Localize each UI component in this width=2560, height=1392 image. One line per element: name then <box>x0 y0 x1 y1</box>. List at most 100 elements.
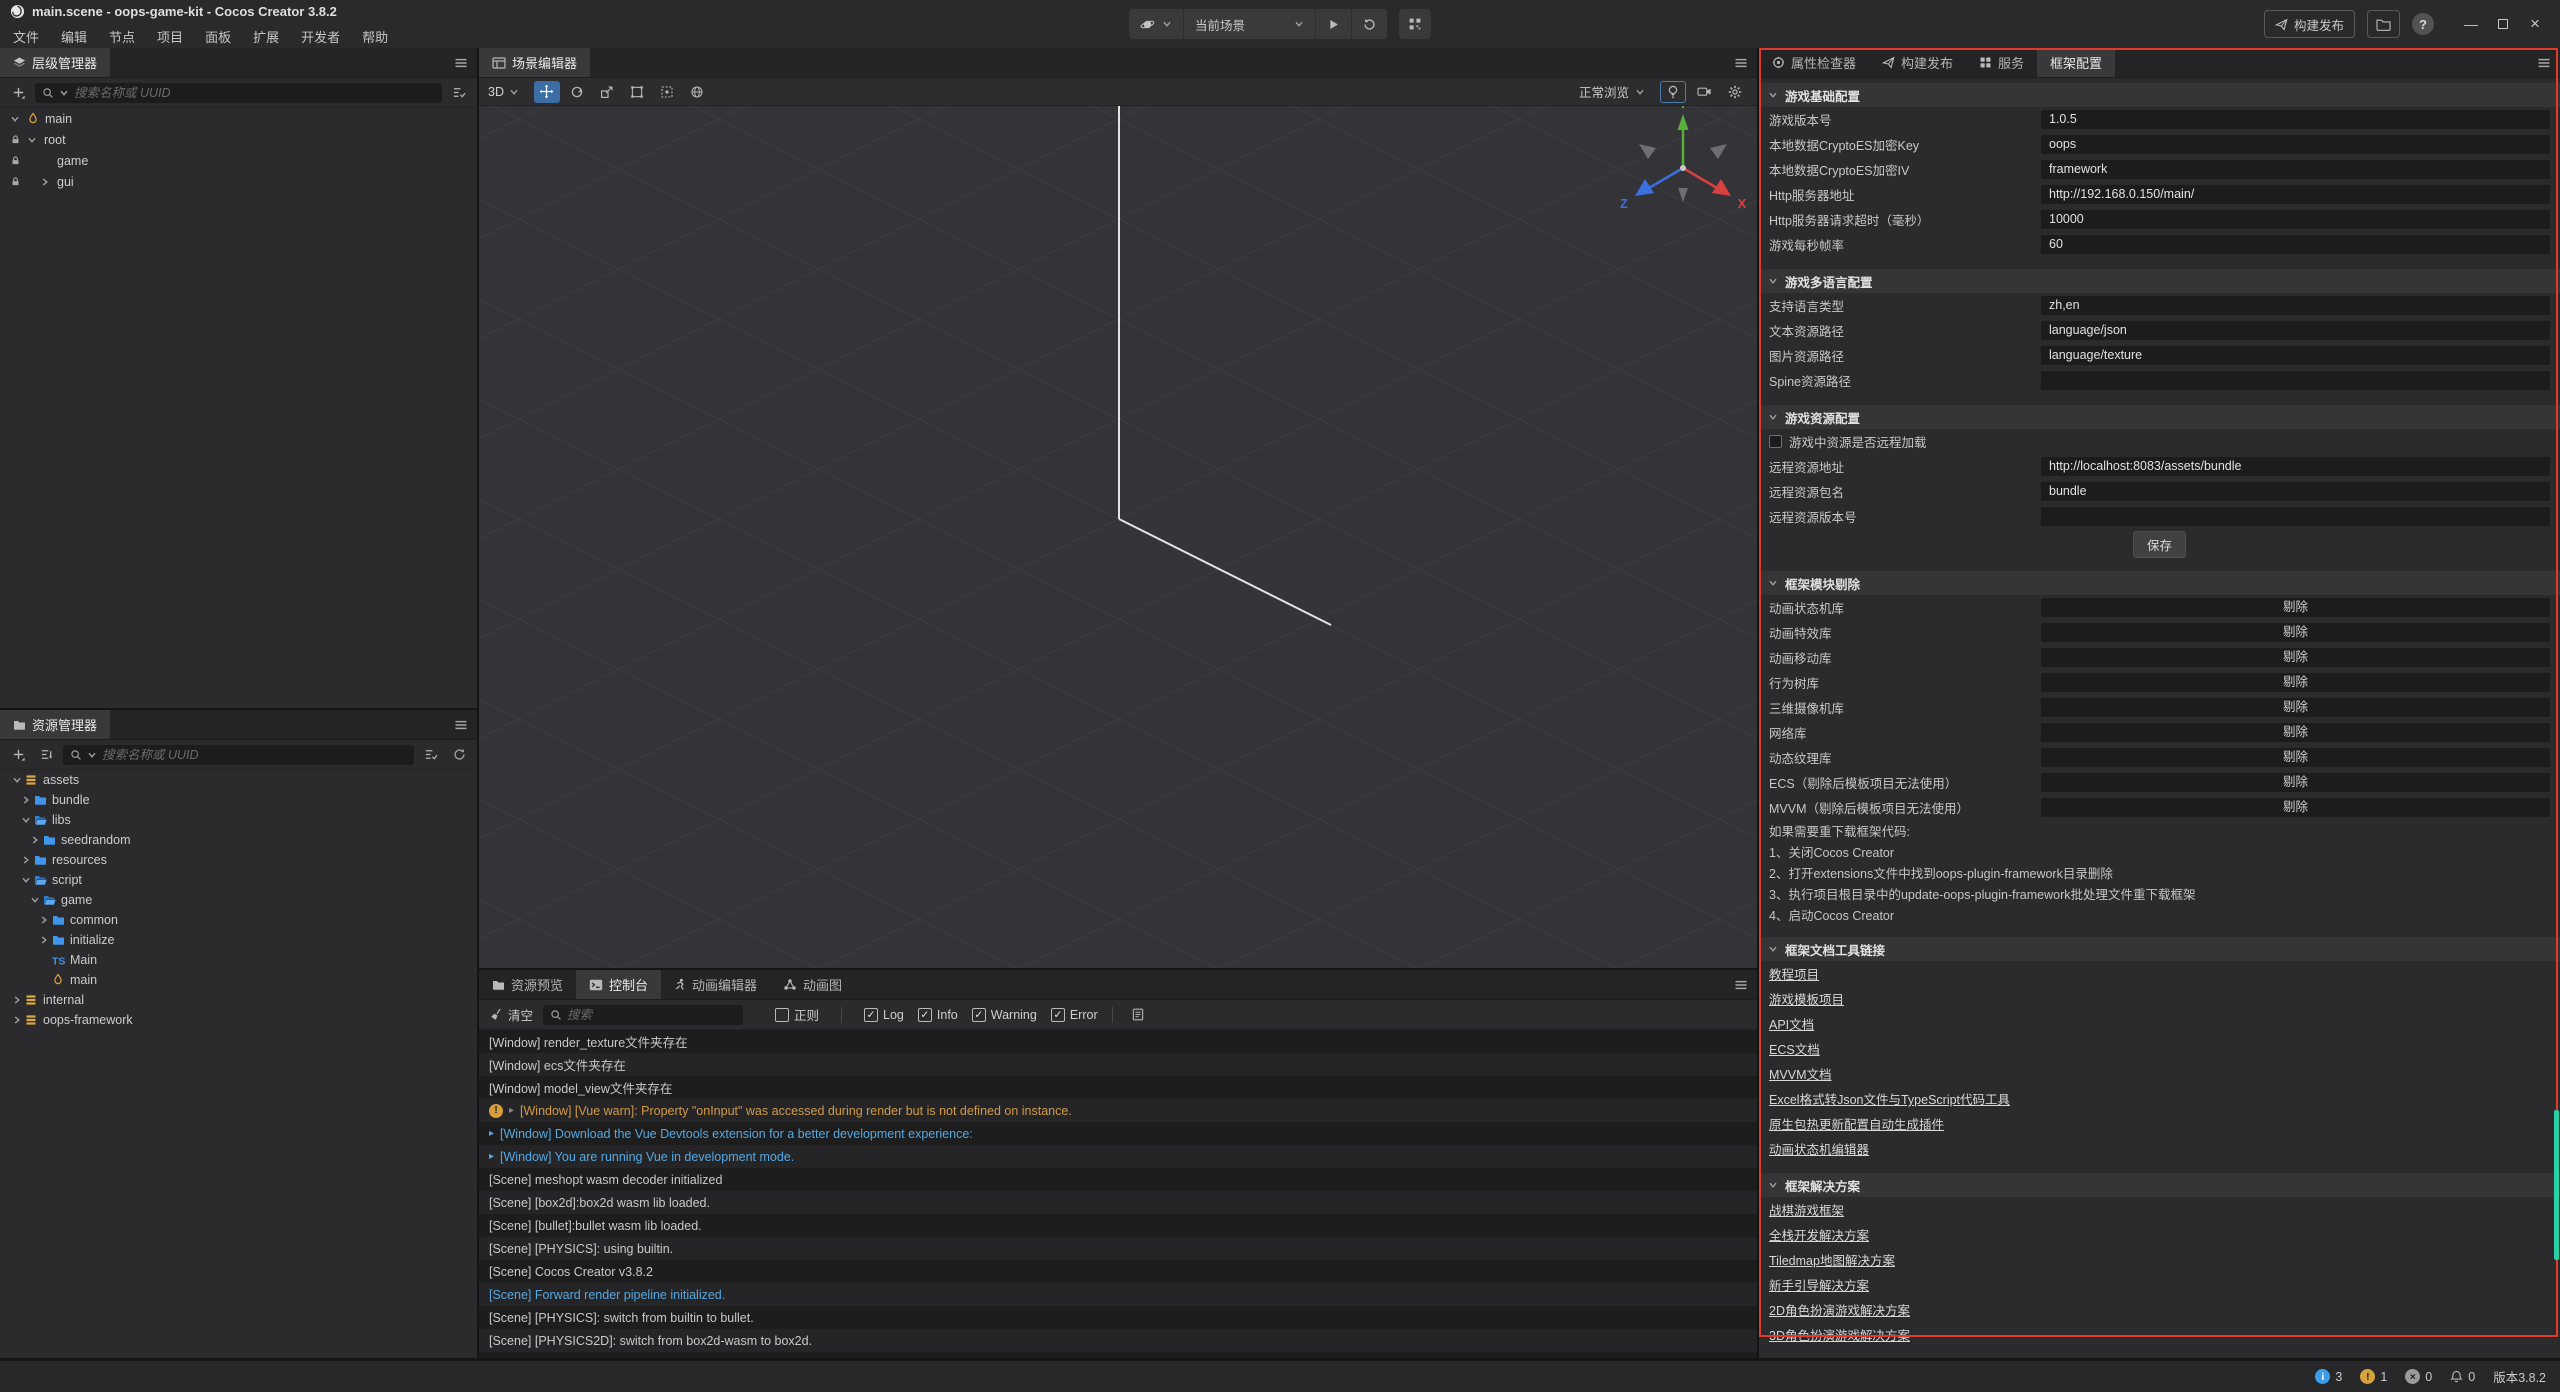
section-header-框架解决方案[interactable]: 框架解决方案 <box>1759 1173 2560 1197</box>
menu-item-项目[interactable]: 项目 <box>146 25 194 48</box>
checkbox-checked[interactable]: ✓ <box>972 1008 986 1022</box>
field-input[interactable]: oops <box>2041 135 2550 154</box>
camera-preview-button[interactable] <box>1691 81 1717 103</box>
tab-scene-editor[interactable]: 场景编辑器 <box>479 48 590 77</box>
doc-link-MVVM文档[interactable]: MVVM文档 <box>1769 1064 1832 1083</box>
save-button[interactable]: 保存 <box>2133 531 2186 558</box>
preview-platform-button[interactable] <box>1129 9 1184 39</box>
rect-tool-button[interactable] <box>624 81 650 103</box>
filter-log[interactable]: ✓Log <box>864 1008 904 1022</box>
scene-select[interactable]: 当前场景 <box>1184 9 1316 39</box>
hierarchy-search[interactable] <box>35 83 442 103</box>
scrollbar-thumb[interactable] <box>2554 1110 2559 1260</box>
expand-icon[interactable]: ▸ <box>489 1151 494 1162</box>
asset-node-resources[interactable]: resources <box>0 850 477 870</box>
refresh-icon[interactable] <box>448 744 470 766</box>
doc-link-Tiledmap地图解决方案[interactable]: Tiledmap地图解决方案 <box>1769 1250 1895 1269</box>
hierarchy-node-game[interactable]: game <box>0 150 477 171</box>
asset-node-game[interactable]: game <box>0 890 477 910</box>
doc-link-新手引导解决方案[interactable]: 新手引导解决方案 <box>1769 1275 1869 1294</box>
section-header-框架模块剔除[interactable]: 框架模块剔除 <box>1759 571 2560 595</box>
console-row[interactable]: [Scene] [bullet]:bullet wasm lib loaded. <box>479 1214 1757 1237</box>
panel-menu-icon[interactable] <box>454 718 468 732</box>
build-publish-button[interactable]: 构建发布 <box>2264 10 2355 38</box>
status-error-counter[interactable]: × 0 <box>2405 1369 2432 1384</box>
status-notification-counter[interactable]: 0 <box>2450 1370 2475 1384</box>
status-info-counter[interactable]: i 3 <box>2315 1369 2342 1384</box>
panel-menu-icon[interactable] <box>1734 56 1748 70</box>
tab-动画图[interactable]: 动画图 <box>770 970 855 999</box>
tab-assets[interactable]: 资源管理器 <box>0 710 110 739</box>
asset-node-Main[interactable]: TSMain <box>0 950 477 970</box>
menu-item-面板[interactable]: 面板 <box>194 25 242 48</box>
ui-tool-button[interactable] <box>654 81 680 103</box>
doc-link-3D角色扮演游戏解决方案[interactable]: 3D角色扮演游戏解决方案 <box>1769 1325 1910 1344</box>
asset-node-common[interactable]: common <box>0 910 477 930</box>
doc-link-API文档[interactable]: API文档 <box>1769 1014 1814 1033</box>
regex-toggle[interactable]: 正则 <box>775 1005 819 1024</box>
section-header-游戏资源配置[interactable]: 游戏资源配置 <box>1759 405 2560 429</box>
panel-menu-icon[interactable] <box>2537 56 2551 70</box>
hierarchy-node-main[interactable]: main <box>0 108 477 129</box>
rotate-tool-button[interactable] <box>564 81 590 103</box>
panel-menu-icon[interactable] <box>1734 978 1748 992</box>
filter-warning[interactable]: ✓Warning <box>972 1008 1037 1022</box>
hierarchy-search-input[interactable] <box>74 86 435 100</box>
remove-button[interactable]: 剔除 <box>2041 773 2550 792</box>
close-button[interactable]: × <box>2520 9 2550 39</box>
console-search[interactable] <box>543 1005 743 1025</box>
doc-link-动画状态机编辑器[interactable]: 动画状态机编辑器 <box>1769 1139 1869 1158</box>
field-input[interactable]: zh,en <box>2041 296 2550 315</box>
hierarchy-node-root[interactable]: root <box>0 129 477 150</box>
asset-node-libs[interactable]: libs <box>0 810 477 830</box>
section-header-框架文档工具链接[interactable]: 框架文档工具链接 <box>1759 937 2560 961</box>
doc-link-游戏模板项目[interactable]: 游戏模板项目 <box>1769 989 1844 1008</box>
asset-node-bundle[interactable]: bundle <box>0 790 477 810</box>
console-row[interactable]: [Window] model_view文件夹存在 <box>479 1076 1757 1099</box>
world-tool-button[interactable] <box>684 81 710 103</box>
help-button[interactable]: ? <box>2412 13 2434 35</box>
asset-node-script[interactable]: script <box>0 870 477 890</box>
doc-link-2D角色扮演游戏解决方案[interactable]: 2D角色扮演游戏解决方案 <box>1769 1300 1910 1319</box>
doc-link-ECS文档[interactable]: ECS文档 <box>1769 1039 1820 1058</box>
asset-node-initialize[interactable]: initialize <box>0 930 477 950</box>
console-row[interactable]: [Window] ecs文件夹存在 <box>479 1053 1757 1076</box>
filter-icon[interactable] <box>420 744 442 766</box>
asset-node-oops-framework[interactable]: oops-framework <box>0 1010 477 1030</box>
move-tool-button[interactable] <box>534 81 560 103</box>
scene-mode-toggle[interactable]: 3D <box>488 85 519 99</box>
tab-资源预览[interactable]: 资源预览 <box>479 970 576 999</box>
tab-构建发布[interactable]: 构建发布 <box>1869 48 1966 77</box>
section-header-游戏基础配置[interactable]: 游戏基础配置 <box>1759 83 2560 107</box>
tab-动画编辑器[interactable]: 动画编辑器 <box>661 970 770 999</box>
minimize-button[interactable]: — <box>2456 9 2486 39</box>
asset-node-seedrandom[interactable]: seedrandom <box>0 830 477 850</box>
remove-button[interactable]: 剔除 <box>2041 598 2550 617</box>
add-node-button[interactable] <box>7 82 29 104</box>
field-input[interactable] <box>2041 507 2550 526</box>
console-row[interactable]: [Scene] [PHYSICS]: using builtin. <box>479 1237 1757 1260</box>
menu-item-文件[interactable]: 文件 <box>2 25 50 48</box>
field-input[interactable]: language/texture <box>2041 346 2550 365</box>
remove-button[interactable]: 剔除 <box>2041 648 2550 667</box>
expand-icon[interactable]: ▸ <box>489 1128 494 1139</box>
console-row[interactable]: [Scene] [PHYSICS]: switch from builtin t… <box>479 1306 1757 1329</box>
restore-button[interactable] <box>2488 9 2518 39</box>
console-row[interactable]: !▸[Window] [Vue warn]: Property "onInput… <box>479 1099 1757 1122</box>
console-row[interactable]: [Scene] Forward render pipeline initiali… <box>479 1283 1757 1306</box>
scale-tool-button[interactable] <box>594 81 620 103</box>
assets-search[interactable] <box>63 745 414 765</box>
filter-icon[interactable] <box>448 82 470 104</box>
remove-button[interactable]: 剔除 <box>2041 623 2550 642</box>
view-mode-select[interactable]: 正常浏览 <box>1579 82 1645 101</box>
checkbox-checked[interactable]: ✓ <box>1051 1008 1065 1022</box>
remove-button[interactable]: 剔除 <box>2041 748 2550 767</box>
menu-item-编辑[interactable]: 编辑 <box>50 25 98 48</box>
checkbox-checked[interactable]: ✓ <box>918 1008 932 1022</box>
sort-assets-button[interactable] <box>35 744 57 766</box>
checkbox-unchecked[interactable] <box>1769 435 1782 448</box>
asset-node-internal[interactable]: internal <box>0 990 477 1010</box>
remove-button[interactable]: 剔除 <box>2041 798 2550 817</box>
field-input[interactable]: http://localhost:8083/assets/bundle <box>2041 457 2550 476</box>
expand-icon[interactable]: ▸ <box>509 1105 514 1116</box>
